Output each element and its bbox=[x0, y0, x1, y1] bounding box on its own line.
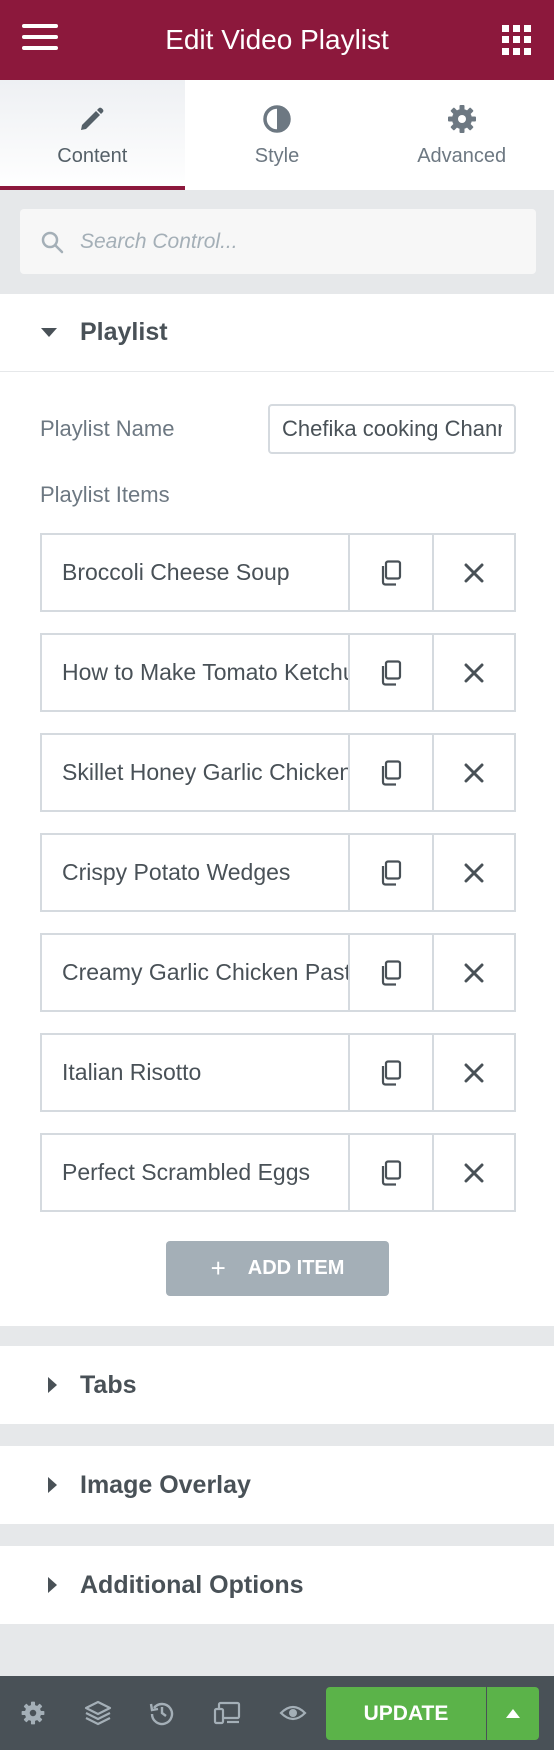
update-options-button[interactable] bbox=[487, 1687, 539, 1740]
caret-right-icon bbox=[46, 1377, 58, 1393]
remove-item-button[interactable] bbox=[432, 1035, 514, 1110]
tab-style[interactable]: Style bbox=[185, 80, 370, 190]
pencil-icon bbox=[81, 107, 104, 130]
responsive-icon[interactable] bbox=[212, 1698, 242, 1728]
image-overlay-section-header[interactable]: Image Overlay bbox=[0, 1446, 554, 1524]
duplicate-item-button[interactable] bbox=[350, 1135, 432, 1210]
playlist-item-title[interactable]: Broccoli Cheese Soup bbox=[42, 535, 350, 610]
playlist-item-title[interactable]: Perfect Scrambled Eggs bbox=[42, 1135, 350, 1210]
copy-icon bbox=[381, 559, 402, 586]
playlist-items-list: Broccoli Cheese Soup How to Make Tomato … bbox=[40, 533, 516, 1233]
panel-header: Edit Video Playlist bbox=[0, 0, 554, 80]
playlist-name-input[interactable] bbox=[268, 404, 516, 454]
panel-tabs: Content Style Advanced bbox=[0, 80, 554, 190]
close-icon bbox=[464, 1063, 484, 1082]
update-button[interactable]: UPDATE bbox=[326, 1687, 486, 1740]
tab-advanced[interactable]: Advanced bbox=[369, 80, 554, 190]
caret-right-icon bbox=[46, 1577, 58, 1593]
settings-icon[interactable] bbox=[18, 1698, 48, 1728]
close-icon bbox=[464, 963, 484, 982]
playlist-item: How to Make Tomato Ketchup bbox=[40, 633, 516, 712]
duplicate-item-button[interactable] bbox=[350, 835, 432, 910]
playlist-item: Italian Risotto bbox=[40, 1033, 516, 1112]
preview-eye-icon[interactable] bbox=[278, 1698, 308, 1728]
duplicate-item-button[interactable] bbox=[350, 1035, 432, 1110]
close-icon bbox=[464, 863, 484, 882]
playlist-name-label: Playlist Name bbox=[40, 416, 175, 441]
search-area bbox=[0, 190, 554, 294]
caret-down-icon bbox=[40, 327, 58, 338]
add-item-label: ADD ITEM bbox=[247, 1257, 345, 1279]
plus-icon: + bbox=[210, 1253, 226, 1283]
duplicate-item-button[interactable] bbox=[350, 635, 432, 710]
grid-apps-icon[interactable] bbox=[502, 25, 532, 55]
remove-item-button[interactable] bbox=[432, 735, 514, 810]
playlist-item: Perfect Scrambled Eggs bbox=[40, 1133, 516, 1212]
caret-up-icon bbox=[506, 1709, 520, 1718]
playlist-section: Playlist Playlist Name Playlist Items Br… bbox=[0, 294, 554, 1326]
search-icon bbox=[41, 231, 64, 253]
copy-icon bbox=[381, 959, 402, 986]
copy-icon bbox=[381, 859, 402, 886]
panel-title: Edit Video Playlist bbox=[165, 24, 389, 55]
tab-content[interactable]: Content bbox=[0, 80, 185, 190]
image-overlay-section-title: Image Overlay bbox=[80, 1470, 251, 1499]
hamburger-menu-icon[interactable] bbox=[22, 24, 58, 56]
tab-content-label: Content bbox=[57, 144, 128, 167]
duplicate-item-button[interactable] bbox=[350, 735, 432, 810]
remove-item-button[interactable] bbox=[432, 1135, 514, 1210]
additional-options-section-title: Additional Options bbox=[80, 1570, 304, 1599]
gear-icon bbox=[447, 104, 476, 133]
layers-icon[interactable] bbox=[83, 1698, 113, 1728]
additional-options-section-header[interactable]: Additional Options bbox=[0, 1546, 554, 1624]
duplicate-item-button[interactable] bbox=[350, 935, 432, 1010]
playlist-item-title[interactable]: How to Make Tomato Ketchup bbox=[42, 635, 350, 710]
playlist-section-header[interactable]: Playlist bbox=[0, 294, 554, 372]
playlist-items-label: Playlist Items bbox=[40, 482, 170, 507]
playlist-section-title: Playlist bbox=[80, 318, 168, 346]
close-icon bbox=[464, 663, 484, 682]
remove-item-button[interactable] bbox=[432, 835, 514, 910]
playlist-name-row: Playlist Name bbox=[40, 404, 516, 454]
playlist-item-title[interactable]: Crispy Potato Wedges bbox=[42, 835, 350, 910]
tab-style-label: Style bbox=[254, 144, 300, 167]
copy-icon bbox=[381, 759, 402, 786]
playlist-item-title[interactable]: Italian Risotto bbox=[42, 1035, 350, 1110]
caret-right-icon bbox=[46, 1477, 58, 1493]
search-box bbox=[20, 209, 536, 274]
remove-item-button[interactable] bbox=[432, 535, 514, 610]
close-icon bbox=[464, 563, 484, 582]
search-control-input[interactable] bbox=[80, 229, 520, 254]
playlist-item: Crispy Potato Wedges bbox=[40, 833, 516, 912]
playlist-item-title[interactable]: Creamy Garlic Chicken Pasta bbox=[42, 935, 350, 1010]
tabs-section-title: Tabs bbox=[80, 1370, 137, 1399]
close-icon bbox=[464, 1163, 484, 1182]
playlist-item-title[interactable]: Skillet Honey Garlic Chicken bbox=[42, 735, 350, 810]
editor-footer: UPDATE bbox=[0, 1676, 554, 1750]
tab-advanced-label: Advanced bbox=[417, 144, 507, 167]
close-icon bbox=[464, 763, 484, 782]
copy-icon bbox=[381, 659, 402, 686]
remove-item-button[interactable] bbox=[432, 935, 514, 1010]
tabs-section-header[interactable]: Tabs bbox=[0, 1346, 554, 1424]
history-icon[interactable] bbox=[147, 1698, 177, 1728]
copy-icon bbox=[381, 1059, 402, 1086]
duplicate-item-button[interactable] bbox=[350, 535, 432, 610]
copy-icon bbox=[381, 1159, 402, 1186]
remove-item-button[interactable] bbox=[432, 635, 514, 710]
playlist-item: Creamy Garlic Chicken Pasta bbox=[40, 933, 516, 1012]
playlist-item: Broccoli Cheese Soup bbox=[40, 533, 516, 612]
contrast-icon bbox=[263, 104, 291, 133]
add-item-button[interactable]: + ADD ITEM bbox=[166, 1241, 389, 1296]
playlist-item: Skillet Honey Garlic Chicken bbox=[40, 733, 516, 812]
